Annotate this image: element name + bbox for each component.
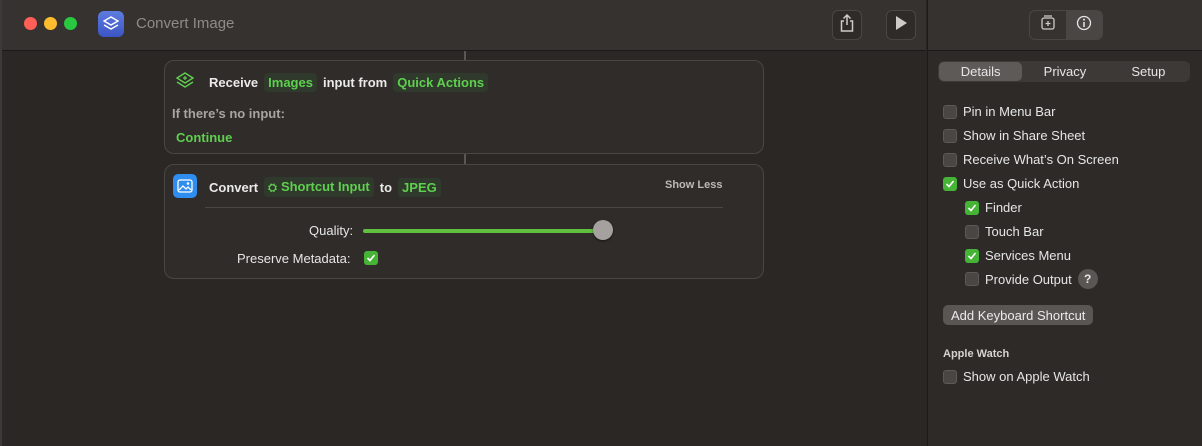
use-as-quick-action-checkbox[interactable] bbox=[943, 176, 957, 191]
option-label: Finder bbox=[985, 200, 1022, 215]
option-services-menu[interactable]: Services Menu bbox=[965, 248, 1071, 263]
quality-slider-fill bbox=[363, 229, 603, 233]
close-window-button[interactable] bbox=[24, 17, 37, 30]
action-library-button[interactable] bbox=[1030, 11, 1066, 39]
details-sidebar: Details Privacy Setup Pin in Menu Bar Sh… bbox=[927, 0, 1202, 446]
receive-on-screen-checkbox[interactable] bbox=[943, 152, 957, 167]
shortcut-details-button[interactable] bbox=[1066, 11, 1102, 39]
share-button[interactable] bbox=[832, 10, 862, 40]
option-touch-bar[interactable]: Touch Bar bbox=[965, 224, 1044, 239]
touch-bar-checkbox[interactable] bbox=[965, 224, 979, 239]
tab-setup[interactable]: Setup bbox=[1107, 61, 1190, 82]
option-provide-output[interactable]: Provide Output ? bbox=[965, 269, 1098, 289]
zoom-window-button[interactable] bbox=[64, 17, 77, 30]
option-label: Services Menu bbox=[985, 248, 1071, 263]
image-icon bbox=[173, 174, 197, 198]
receive-row: Receive Images input from Quick Actions bbox=[209, 73, 494, 92]
sidebar-toolbar bbox=[928, 0, 1202, 51]
option-label: Use as Quick Action bbox=[963, 176, 1080, 191]
add-action-icon bbox=[1040, 14, 1056, 36]
preserve-metadata-label: Preserve Metadata: bbox=[237, 251, 351, 266]
quality-label: Quality: bbox=[309, 223, 354, 238]
option-label: Provide Output bbox=[985, 271, 1072, 287]
show-on-apple-watch-checkbox[interactable] bbox=[943, 369, 957, 384]
input-source-token[interactable]: Quick Actions bbox=[393, 73, 489, 92]
receive-label: Receive bbox=[209, 75, 259, 90]
option-show-in-share-sheet[interactable]: Show in Share Sheet bbox=[943, 128, 1085, 143]
shortcut-stack-icon bbox=[175, 71, 195, 96]
no-input-action-token[interactable]: Continue bbox=[176, 130, 232, 145]
shortcut-input-icon: ⛭ bbox=[268, 182, 277, 194]
share-icon bbox=[840, 13, 854, 37]
card-divider bbox=[205, 207, 723, 208]
option-label: Touch Bar bbox=[985, 224, 1044, 239]
option-receive-on-screen[interactable]: Receive What’s On Screen bbox=[943, 152, 1119, 167]
option-label: Pin in Menu Bar bbox=[963, 104, 1056, 119]
option-finder[interactable]: Finder bbox=[965, 200, 1022, 215]
shortcuts-icon bbox=[98, 11, 124, 37]
provide-output-checkbox[interactable] bbox=[965, 272, 979, 286]
apple-watch-heading: Apple Watch bbox=[943, 348, 1010, 360]
play-icon bbox=[894, 15, 908, 36]
option-show-on-apple-watch[interactable]: Show on Apple Watch bbox=[943, 369, 1090, 384]
shortcuts-window: Convert Image Receive Images input from … bbox=[0, 0, 1202, 446]
option-label: Show on Apple Watch bbox=[963, 369, 1090, 384]
minimize-window-button[interactable] bbox=[44, 17, 57, 30]
shortcut-input-token[interactable]: ⛭ Shortcut Input bbox=[264, 177, 374, 197]
window-title: Convert Image bbox=[136, 15, 235, 32]
pin-in-menu-bar-checkbox[interactable] bbox=[943, 104, 957, 119]
help-icon[interactable]: ? bbox=[1077, 269, 1098, 289]
shortcut-input-label: Shortcut Input bbox=[280, 179, 370, 194]
convert-row: Convert ⛭ Shortcut Input to JPEG bbox=[209, 177, 447, 197]
input-from-label: input from bbox=[322, 75, 388, 90]
add-keyboard-shortcut-button[interactable]: Add Keyboard Shortcut bbox=[943, 305, 1094, 325]
input-type-token[interactable]: Images bbox=[264, 73, 317, 92]
convert-image-card[interactable]: Convert ⛭ Shortcut Input to JPEG Show Les… bbox=[164, 164, 764, 279]
sidebar-tabs: Details Privacy Setup bbox=[938, 61, 1190, 82]
run-button[interactable] bbox=[886, 10, 916, 40]
titlebar: Convert Image bbox=[2, 0, 926, 51]
option-use-as-quick-action[interactable]: Use as Quick Action bbox=[943, 176, 1079, 191]
option-pin-in-menu-bar[interactable]: Pin in Menu Bar bbox=[943, 104, 1056, 119]
quality-slider-knob[interactable] bbox=[593, 220, 613, 240]
sidebar-mode-switch bbox=[1029, 10, 1103, 40]
connector-line bbox=[464, 51, 466, 60]
option-label: Show in Share Sheet bbox=[963, 128, 1086, 143]
info-icon bbox=[1076, 15, 1092, 36]
to-label: to bbox=[379, 179, 393, 195]
receive-input-card[interactable]: Receive Images input from Quick Actions … bbox=[164, 60, 764, 154]
finder-checkbox[interactable] bbox=[965, 200, 979, 215]
convert-label: Convert bbox=[209, 179, 259, 195]
show-less-button[interactable]: Show Less bbox=[665, 179, 722, 191]
format-token[interactable]: JPEG bbox=[398, 177, 441, 197]
preserve-metadata-checkbox[interactable] bbox=[364, 251, 378, 265]
show-in-share-sheet-checkbox[interactable] bbox=[943, 128, 957, 143]
no-input-label: If there’s no input: bbox=[172, 106, 285, 121]
services-menu-checkbox[interactable] bbox=[965, 248, 979, 263]
option-label: Receive What’s On Screen bbox=[963, 152, 1119, 167]
tab-details[interactable]: Details bbox=[939, 62, 1023, 81]
tab-privacy[interactable]: Privacy bbox=[1023, 61, 1106, 82]
